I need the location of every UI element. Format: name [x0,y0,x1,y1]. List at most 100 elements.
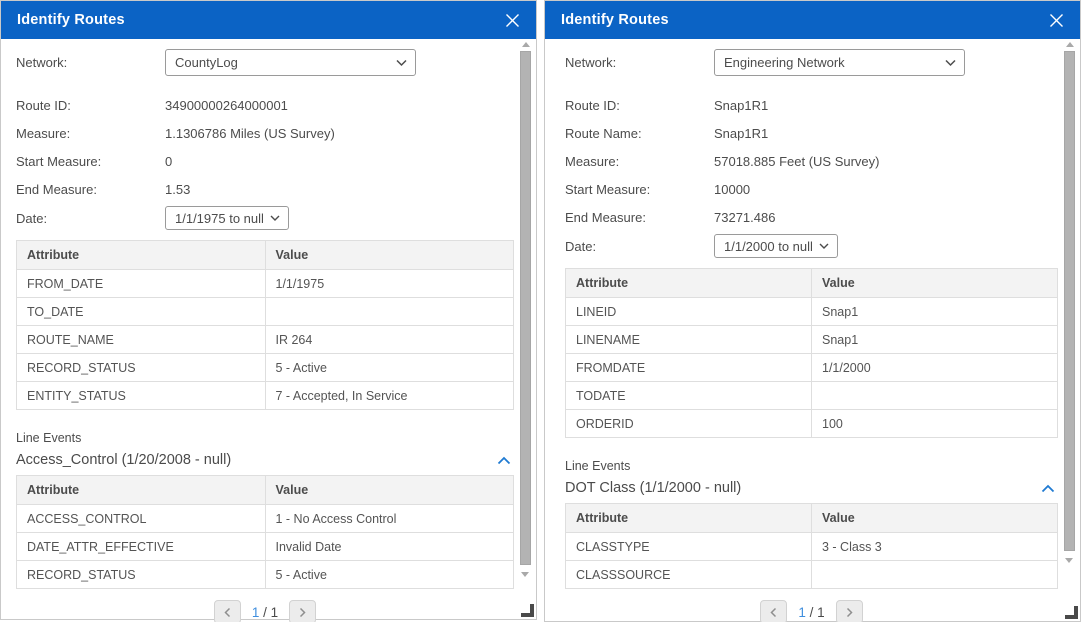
scrollbar-thumb[interactable] [1064,51,1075,551]
date-select[interactable]: 1/1/2000 to null [714,234,838,258]
value-cell: Invalid Date [265,533,514,561]
field-row-network: Network: CountyLog [16,49,514,76]
field-row-measure: Measure: 57018.885 Feet (US Survey) [565,147,1058,175]
scrollbar-thumb[interactable] [520,51,531,565]
value-cell: Snap1 [812,326,1058,354]
date-label: Date: [16,211,165,226]
resize-grip[interactable] [521,604,534,617]
network-select[interactable]: CountyLog [165,49,416,76]
table-row: ROUTE_NAMEIR 264 [17,326,514,354]
window-body: Network: Engineering Network Route ID: S… [545,39,1080,621]
attr-cell: LINEID [566,298,812,326]
table-row: RECORD_STATUS5 - Active [17,561,514,589]
date-label: Date: [565,239,714,254]
pagination: 1 / 1 [16,600,514,622]
current-page: 1 [798,605,806,620]
chevron-down-icon [270,215,280,221]
attr-cell: RECORD_STATUS [17,354,266,382]
window-content: Network: CountyLog Route ID: 34900000264… [1,39,514,619]
chevron-up-icon[interactable] [497,456,511,465]
chevron-left-icon [224,607,231,618]
network-select[interactable]: Engineering Network [714,49,965,76]
attribute-column-header: Attribute [566,269,812,298]
attribute-column-header: Attribute [566,504,812,533]
route-id-label: Route ID: [565,98,714,113]
network-label: Network: [565,55,714,70]
next-page-button[interactable] [289,600,316,622]
date-select-value: 1/1/1975 to null [175,211,264,226]
field-row-start-measure: Start Measure: 10000 [565,175,1058,203]
route-id-value: Snap1R1 [714,98,768,113]
table-row: CLASSSOURCE [566,561,1058,589]
page-total: / 1 [810,605,825,620]
page-indicator: 1 / 1 [798,605,824,620]
vertical-scrollbar[interactable] [1064,42,1075,563]
date-select-value: 1/1/2000 to null [724,239,813,254]
table-row: TODATE [566,382,1058,410]
table-row: ENTITY_STATUS7 - Accepted, In Service [17,382,514,410]
attribute-column-header: Attribute [17,476,266,505]
table-row: FROMDATE1/1/2000 [566,354,1058,382]
attr-cell: TO_DATE [17,298,266,326]
scroll-down-icon[interactable] [521,572,529,577]
chevron-up-icon[interactable] [1041,484,1055,493]
table-row: LINEIDSnap1 [566,298,1058,326]
line-event-attribute-table: Attribute Value ACCESS_CONTROL1 - No Acc… [16,475,514,589]
route-name-label: Route Name: [565,126,714,141]
table-row: TO_DATE [17,298,514,326]
attr-cell: ACCESS_CONTROL [17,505,266,533]
line-events-label: Line Events [16,431,514,445]
attr-cell: CLASSTYPE [566,533,812,561]
field-row-measure: Measure: 1.1306786 Miles (US Survey) [16,119,514,147]
table-row: CLASSTYPE3 - Class 3 [566,533,1058,561]
table-row: RECORD_STATUS5 - Active [17,354,514,382]
network-label: Network: [16,55,165,70]
attr-cell: ROUTE_NAME [17,326,266,354]
chevron-down-icon [819,243,829,249]
value-cell: 5 - Active [265,354,514,382]
date-select[interactable]: 1/1/1975 to null [165,206,289,230]
window-body: Network: CountyLog Route ID: 34900000264… [1,39,536,619]
table-row: DATE_ATTR_EFFECTIVEInvalid Date [17,533,514,561]
value-column-header: Value [265,241,514,270]
route-id-label: Route ID: [16,98,165,113]
window-content: Network: Engineering Network Route ID: S… [545,39,1058,621]
chevron-left-icon [770,607,777,618]
table-header-row: Attribute Value [566,269,1058,298]
previous-page-button[interactable] [214,600,241,622]
table-header-row: Attribute Value [17,476,514,505]
line-events-label: Line Events [565,459,1058,473]
scroll-down-icon[interactable] [1065,558,1073,563]
close-icon[interactable] [502,10,522,30]
field-row-route-id: Route ID: 34900000264000001 [16,91,514,119]
field-row-end-measure: End Measure: 1.53 [16,175,514,203]
chevron-right-icon [299,607,306,618]
attribute-column-header: Attribute [17,241,266,270]
vertical-scrollbar[interactable] [520,42,531,577]
next-page-button[interactable] [836,600,863,622]
scroll-up-icon[interactable] [522,42,530,47]
attr-cell: TODATE [566,382,812,410]
value-cell [265,298,514,326]
line-event-section-header: Access_Control (1/20/2008 - null) [16,452,514,468]
field-row-network: Network: Engineering Network [565,49,1058,76]
value-cell [812,382,1058,410]
line-event-section-title: Access_Control (1/20/2008 - null) [16,452,231,468]
end-measure-label: End Measure: [16,182,165,197]
field-row-route-name: Route Name: Snap1R1 [565,119,1058,147]
end-measure-label: End Measure: [565,210,714,225]
current-page: 1 [252,605,260,620]
pagination: 1 / 1 [565,600,1058,622]
value-cell: 1/1/1975 [265,270,514,298]
line-event-attribute-table: Attribute Value CLASSTYPE3 - Class 3 CLA… [565,503,1058,589]
page-total: / 1 [263,605,278,620]
scroll-up-icon[interactable] [1066,42,1074,47]
previous-page-button[interactable] [760,600,787,622]
resize-grip[interactable] [1065,606,1078,619]
end-measure-value: 1.53 [165,182,190,197]
value-cell: IR 264 [265,326,514,354]
route-name-value: Snap1R1 [714,126,768,141]
close-icon[interactable] [1046,10,1066,30]
measure-value: 1.1306786 Miles (US Survey) [165,126,335,141]
field-row-end-measure: End Measure: 73271.486 [565,203,1058,231]
